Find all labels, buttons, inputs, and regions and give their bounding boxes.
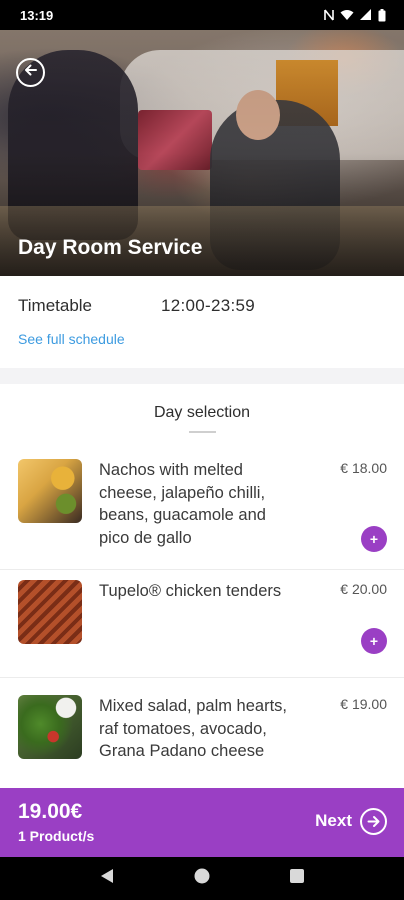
item-price: € 20.00	[340, 581, 387, 597]
see-full-schedule-link[interactable]: See full schedule	[18, 331, 125, 347]
timetable-label: Timetable	[18, 296, 93, 315]
next-button[interactable]: Next	[315, 807, 387, 835]
arrow-right-circle-icon	[360, 807, 387, 835]
section-underline	[189, 431, 216, 433]
item-price: € 18.00	[340, 460, 387, 476]
nachos-image	[18, 459, 82, 523]
menu-item[interactable]: Mixed salad, palm hearts, raf tomatoes, …	[0, 678, 404, 788]
cart-bar: 19.00€ 1 Product/s Next	[0, 788, 404, 857]
back-triangle-icon	[100, 868, 114, 889]
recents-square-icon	[289, 869, 304, 888]
item-name: Nachos with melted cheese, jalapeño chil…	[99, 461, 266, 547]
section-divider	[0, 368, 404, 384]
plus-icon: +	[369, 531, 379, 547]
page-title: Day Room Service	[18, 236, 203, 259]
status-bar: 13:19	[0, 0, 404, 30]
add-item-button[interactable]: +	[361, 526, 387, 552]
chicken-tenders-image	[18, 580, 82, 644]
timetable-value: 12:00-23:59	[161, 296, 256, 315]
add-item-button[interactable]: +	[361, 628, 387, 654]
signal-icon	[360, 9, 372, 21]
section-header: Day selection	[0, 384, 404, 448]
arrow-left-circle-icon	[24, 63, 38, 82]
hero-image: Day Room Service	[0, 30, 404, 276]
menu-item[interactable]: Tupelo® chicken tenders € 20.00 +	[0, 570, 404, 678]
section-title: Day selection	[153, 404, 251, 421]
item-name: Mixed salad, palm hearts, raf tomatoes, …	[99, 697, 288, 760]
nav-recents-button[interactable]	[277, 859, 317, 899]
plus-icon: +	[369, 633, 379, 649]
menu-item[interactable]: Nachos with melted cheese, jalapeño chil…	[0, 448, 404, 570]
status-icons	[324, 8, 386, 22]
salad-image	[18, 695, 82, 759]
item-name: Tupelo® chicken tenders	[99, 582, 282, 600]
nfc-icon	[324, 9, 334, 21]
status-time: 13:19	[20, 7, 54, 23]
battery-icon	[378, 8, 386, 22]
system-nav-bar	[0, 857, 404, 900]
next-label: Next	[315, 811, 352, 830]
timetable-section: Timetable 12:00-23:59 See full schedule	[0, 276, 404, 368]
cart-count: 1 Product/s	[18, 828, 95, 844]
menu-list: Nachos with melted cheese, jalapeño chil…	[0, 448, 404, 788]
back-button[interactable]	[16, 58, 45, 87]
home-circle-icon	[194, 868, 210, 889]
wifi-icon	[340, 9, 354, 21]
item-price: € 19.00	[340, 696, 387, 712]
nav-home-button[interactable]	[182, 859, 222, 899]
cart-total: 19.00€	[18, 800, 83, 823]
nav-back-button[interactable]	[87, 859, 127, 899]
